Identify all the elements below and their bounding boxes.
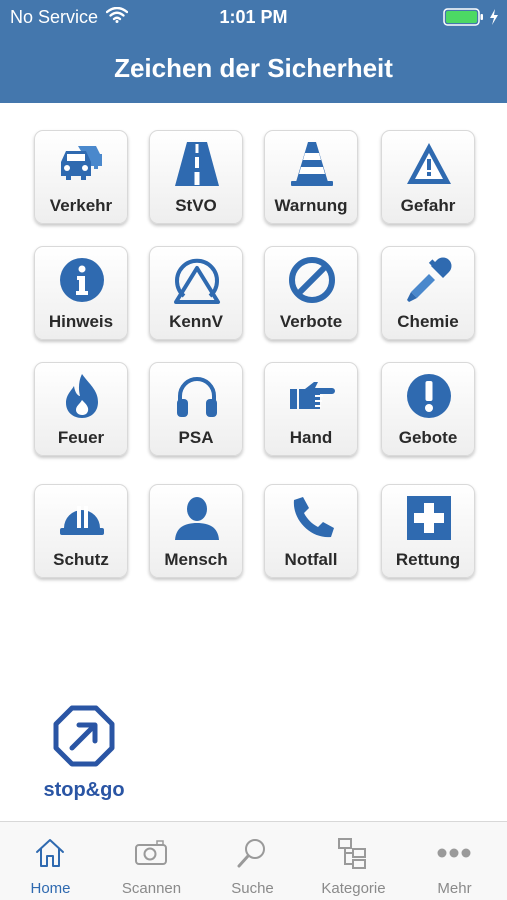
cars-icon: [58, 140, 106, 188]
home-icon: [33, 836, 67, 870]
person-icon: [173, 494, 221, 542]
category-label: Mensch: [164, 550, 228, 569]
tab-label: Home: [30, 880, 71, 897]
category-label: Chemie: [397, 312, 459, 331]
status-time: 1:01 PM: [219, 7, 288, 27]
category-label: Verkehr: [49, 196, 113, 215]
road-icon: [173, 140, 221, 188]
category-tile-hand[interactable]: Hand: [264, 362, 358, 456]
status-right: [443, 8, 499, 31]
category-tile-warnung[interactable]: Warnung: [264, 130, 358, 224]
more-dots-icon: [437, 836, 471, 870]
hard-hat-icon: [58, 494, 106, 542]
phone-icon: [288, 494, 336, 542]
category-tile-hinweis[interactable]: Hinweis: [34, 246, 128, 340]
warning-triangle-icon: [405, 140, 453, 188]
category-label: Feuer: [57, 428, 105, 447]
category-tile-chemie[interactable]: Chemie: [381, 246, 475, 340]
stop-and-go-logo: stop&go: [38, 705, 130, 805]
info-icon: [58, 256, 106, 304]
category-label: Verbote: [279, 312, 343, 331]
tab-kategorie[interactable]: Kategorie: [303, 822, 404, 900]
tab-bar: Home Scannen Suche Kategorie Mehr: [0, 821, 507, 900]
category-tile-gebote[interactable]: Gebote: [381, 362, 475, 456]
flame-icon: [58, 372, 106, 420]
category-tile-psa[interactable]: PSA: [149, 362, 243, 456]
category-label: PSA: [178, 428, 214, 447]
traffic-cone-icon: [288, 140, 336, 188]
logo-octagon-arrow-icon: [53, 705, 115, 767]
category-label: Gefahr: [400, 196, 456, 215]
pipette-icon: [405, 256, 453, 304]
category-label: StVO: [175, 196, 217, 215]
page-title: Zeichen der Sicherheit: [114, 53, 393, 83]
tab-suche[interactable]: Suche: [202, 822, 303, 900]
tab-home[interactable]: Home: [0, 822, 101, 900]
headphones-icon: [173, 372, 221, 420]
tab-scannen[interactable]: Scannen: [101, 822, 202, 900]
category-label: Rettung: [395, 550, 461, 569]
prohibition-icon: [288, 256, 336, 304]
category-tile-gefahr[interactable]: Gefahr: [381, 130, 475, 224]
logo-text: stop&go: [43, 779, 125, 801]
status-bar: No Service 1:01 PM: [0, 0, 507, 36]
category-tree-icon: [336, 836, 370, 870]
category-tile-notfall[interactable]: Notfall: [264, 484, 358, 578]
category-tile-verbote[interactable]: Verbote: [264, 246, 358, 340]
triangle-circle-icon: [173, 256, 221, 304]
category-grid: Verkehr StVO Warnung Gefahr Hinweis Kenn…: [34, 130, 476, 580]
camera-icon: [134, 836, 168, 870]
category-label: Hand: [289, 428, 333, 447]
category-tile-stvo[interactable]: StVO: [149, 130, 243, 224]
category-label: Schutz: [53, 550, 109, 569]
pointing-hand-icon: [288, 372, 336, 420]
first-aid-cross-icon: [405, 494, 453, 542]
tab-label: Suche: [231, 880, 274, 897]
charging-bolt-icon: [489, 9, 499, 30]
exclamation-circle-icon: [405, 372, 453, 420]
tab-label: Scannen: [121, 880, 182, 897]
category-tile-rettung[interactable]: Rettung: [381, 484, 475, 578]
category-label: Warnung: [274, 196, 348, 215]
category-label: Hinweis: [48, 312, 114, 331]
category-tile-feuer[interactable]: Feuer: [34, 362, 128, 456]
category-label: Gebote: [398, 428, 458, 447]
category-tile-schutz[interactable]: Schutz: [34, 484, 128, 578]
category-tile-mensch[interactable]: Mensch: [149, 484, 243, 578]
battery-icon: [443, 8, 485, 31]
search-icon: [235, 836, 269, 870]
category-tile-verkehr[interactable]: Verkehr: [34, 130, 128, 224]
category-label: KennV: [169, 312, 223, 331]
tab-label: Mehr: [437, 880, 472, 897]
app-header: No Service 1:01 PM Zeichen der Sicherhei…: [0, 0, 507, 103]
tab-label: Kategorie: [321, 880, 386, 897]
category-label: Notfall: [284, 550, 338, 569]
category-tile-kennv[interactable]: KennV: [149, 246, 243, 340]
tab-mehr[interactable]: Mehr: [404, 822, 505, 900]
